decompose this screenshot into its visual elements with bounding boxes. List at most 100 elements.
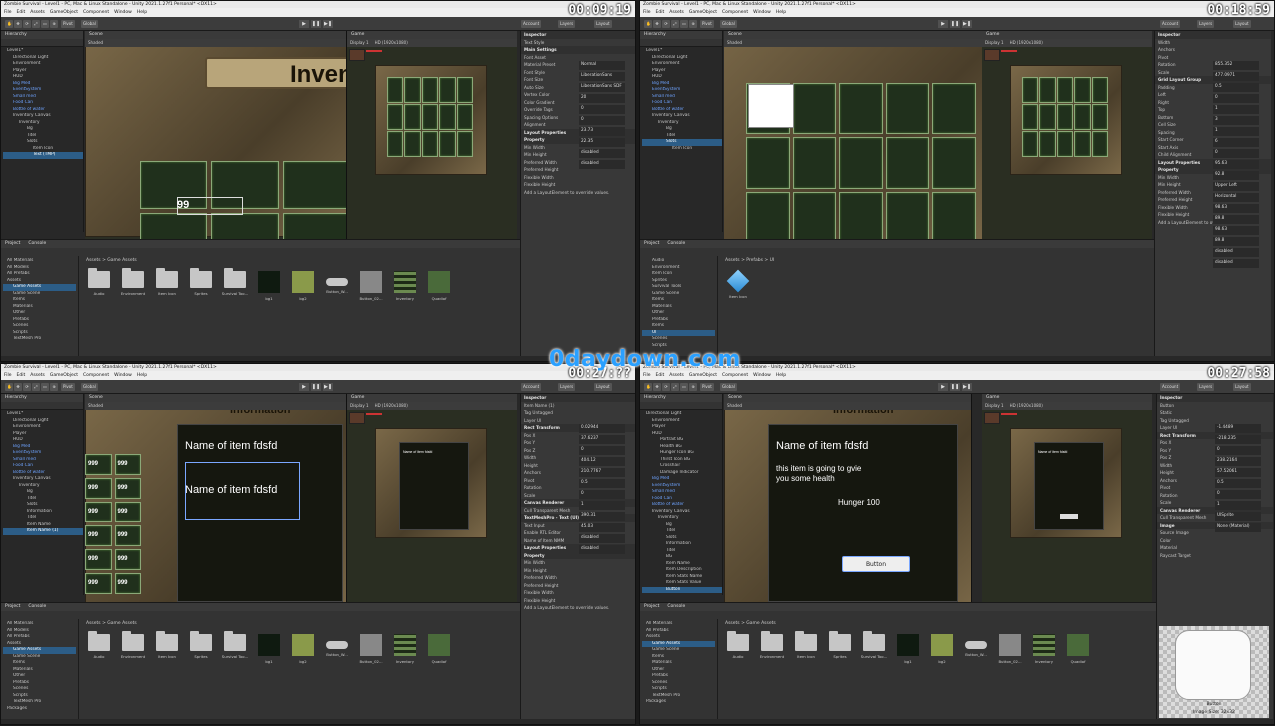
scale-tool-icon[interactable]: ⤢ — [32, 20, 40, 28]
inspector-value-field[interactable]: disabled — [579, 545, 625, 554]
inventory-slot[interactable]: 999 — [114, 549, 141, 571]
play-button[interactable]: ▶ — [299, 383, 309, 391]
project-tree-item[interactable]: TextMesh Pro — [3, 336, 76, 343]
asset-item[interactable]: Sprites — [824, 631, 856, 670]
inventory-slot[interactable]: 999 — [85, 549, 112, 571]
inspector-value-field[interactable]: 0 — [579, 116, 625, 125]
inventory-slot[interactable] — [932, 191, 976, 239]
menu-window[interactable]: Window — [753, 371, 771, 380]
inventory-slot[interactable]: 999 — [114, 477, 141, 499]
asset-item[interactable]: Quadiof — [423, 634, 455, 670]
scene-tab[interactable]: Scene — [724, 31, 985, 39]
inventory-slot[interactable]: 999 — [85, 477, 112, 499]
inventory-slot[interactable] — [839, 191, 883, 239]
inventory-slot[interactable]: 999 — [85, 525, 112, 547]
asset-item[interactable]: bg1 — [253, 271, 285, 307]
menu-edit[interactable]: Edit — [17, 371, 26, 380]
use-button[interactable]: Button — [842, 556, 910, 572]
hierarchy-item[interactable]: Button — [642, 586, 722, 593]
inspector-value-field[interactable]: 0 — [1213, 149, 1259, 158]
scene-tab[interactable]: Scene — [85, 31, 346, 39]
menu-help[interactable]: Help — [137, 8, 147, 17]
menu-component[interactable]: Component — [722, 371, 748, 380]
asset-item[interactable]: bg1 — [253, 634, 285, 670]
scene-shaded-dropdown[interactable]: Shaded — [85, 39, 346, 47]
project-tree-item[interactable]: Packages — [3, 706, 76, 713]
rotate-tool-icon[interactable]: ⟳ — [23, 20, 31, 28]
asset-item[interactable]: Item Icon — [790, 631, 822, 670]
menu-window[interactable]: Window — [114, 371, 132, 380]
asset-item[interactable]: bg1 — [892, 634, 924, 670]
inspector-value-field[interactable]: 855.352 — [1213, 61, 1259, 70]
asset-item[interactable]: Button_W... — [960, 634, 992, 670]
inventory-slot[interactable]: 999 — [114, 454, 141, 475]
scene-shaded-dropdown[interactable]: Shaded — [724, 402, 971, 410]
inventory-slot[interactable] — [746, 137, 790, 189]
inventory-slot[interactable] — [792, 83, 837, 135]
inventory-slot[interactable]: 999 — [114, 525, 141, 547]
layers-dropdown[interactable]: Layers — [558, 20, 576, 28]
rotate-tool-icon[interactable]: ⟳ — [662, 383, 670, 391]
menu-assets[interactable]: Assets — [30, 8, 45, 17]
inspector-value-field[interactable]: 210.7767 — [579, 468, 625, 477]
asset-item[interactable]: Survival Too... — [858, 631, 890, 670]
inspector-value-field[interactable]: 1 — [1215, 501, 1261, 510]
menu-window[interactable]: Window — [114, 8, 132, 17]
asset-item[interactable]: Inventory — [1028, 634, 1060, 670]
inspector-value-field[interactable]: -1.4489 — [1215, 424, 1261, 433]
scene-tab[interactable]: Scene — [724, 394, 971, 402]
menu-edit[interactable]: Edit — [17, 8, 26, 17]
menu-window[interactable]: Window — [753, 8, 771, 17]
hierarchy-item[interactable]: Item Icon — [642, 146, 722, 153]
inspector-value-field[interactable]: Horizontal — [1213, 193, 1259, 202]
asset-item[interactable]: Environment — [117, 268, 149, 307]
inspector-value-field[interactable]: 57.52061 — [1215, 468, 1261, 477]
inspector-value-field[interactable]: disabled — [579, 160, 625, 169]
hierarchy-search[interactable] — [640, 402, 722, 410]
inspector-value-field[interactable]: 95.63 — [1213, 160, 1259, 169]
resolution-dropdown[interactable]: HD (1920x1080) — [375, 403, 408, 408]
inspector-value-field[interactable]: 0 — [579, 446, 625, 455]
inspector-value-field[interactable]: 477.0971 — [1213, 72, 1259, 81]
transform-tool-icon[interactable]: ⊕ — [50, 20, 58, 28]
game-tab[interactable]: Game — [347, 31, 517, 39]
inspector-value-field[interactable]: 20 — [579, 94, 625, 103]
inventory-slot[interactable] — [932, 137, 976, 189]
scale-tool-icon[interactable]: ⤢ — [671, 20, 679, 28]
play-button[interactable]: ▶ — [299, 20, 309, 28]
menu-help[interactable]: Help — [137, 371, 147, 380]
console-tab[interactable]: Console — [28, 604, 46, 609]
move-tool-icon[interactable]: ✥ — [14, 383, 22, 391]
inventory-slot[interactable]: 999 — [85, 454, 112, 475]
pivot-button[interactable]: Pivot — [700, 20, 714, 28]
inventory-slot[interactable] — [839, 83, 883, 135]
scene-shaded-dropdown[interactable]: Shaded — [724, 39, 985, 47]
asset-item[interactable]: Button_02... — [994, 634, 1026, 670]
inspector-value-field[interactable]: 0 — [1213, 94, 1259, 103]
transform-tool-icon[interactable]: ⊕ — [689, 383, 697, 391]
layout-dropdown[interactable]: Layout — [1233, 20, 1251, 28]
inspector-value-field[interactable]: disabled — [579, 149, 625, 158]
inventory-slot[interactable] — [932, 83, 976, 135]
step-button[interactable]: ▶❚ — [323, 383, 333, 391]
hierarchy-search[interactable] — [1, 402, 83, 410]
hand-tool-icon[interactable]: ✋ — [5, 20, 13, 28]
inspector-value-field[interactable]: -218.235 — [1215, 435, 1261, 444]
hierarchy-tab[interactable]: Hierarchy — [1, 394, 83, 402]
transform-tool-icon[interactable]: ⊕ — [689, 20, 697, 28]
inspector-value-field[interactable]: 37.6237 — [579, 435, 625, 444]
inspector-value-field[interactable]: 1 — [579, 501, 625, 510]
hierarchy-search[interactable] — [1, 39, 83, 47]
account-dropdown[interactable]: Account — [521, 383, 542, 391]
account-dropdown[interactable]: Account — [1160, 20, 1181, 28]
asset-item[interactable]: Item Icon — [722, 269, 754, 307]
inventory-slot[interactable] — [140, 213, 208, 239]
pivot-button[interactable]: Pivot — [700, 383, 714, 391]
inspector-value-field[interactable]: 0.5 — [1213, 83, 1259, 92]
asset-item[interactable]: Audio — [83, 268, 115, 307]
game-tab[interactable]: Game — [347, 394, 517, 402]
inspector-value-field[interactable]: 3 — [1213, 116, 1259, 125]
asset-item[interactable]: Button_02... — [355, 271, 387, 307]
rect-tool-icon[interactable]: ▭ — [680, 20, 688, 28]
asset-item[interactable]: Inventory — [389, 634, 421, 670]
